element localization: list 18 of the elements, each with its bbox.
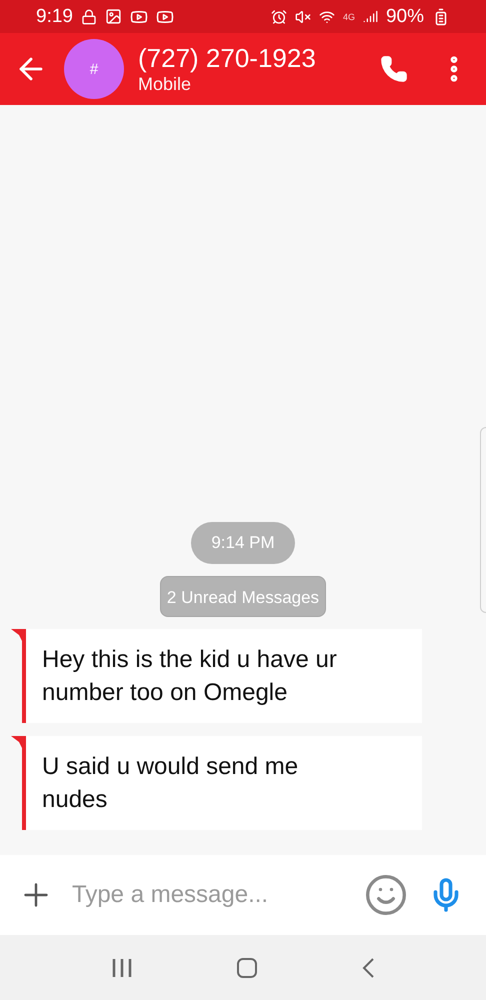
clock-time: 9:19	[36, 6, 73, 28]
timestamp: 9:14 PM	[191, 522, 295, 564]
alarm-icon	[270, 8, 287, 24]
contact-avatar[interactable]: #	[64, 39, 124, 99]
message-text: Hey this is the kid u have ur number too on Omegle	[42, 645, 338, 708]
lock-icon	[80, 8, 97, 24]
number-type: Mobile	[138, 73, 192, 95]
mute-icon	[294, 8, 311, 24]
wifi-icon	[318, 8, 335, 24]
image-icon	[104, 8, 122, 25]
contact-number: (727) 270-1923	[138, 43, 317, 73]
battery-percent: 90%	[386, 6, 424, 28]
back-icon[interactable]	[360, 956, 375, 978]
signal-icon	[362, 9, 378, 24]
home-icon[interactable]	[236, 956, 258, 978]
recent-apps-icon[interactable]	[111, 958, 134, 978]
network-type: 4G	[342, 12, 355, 22]
message-text: U said u would send me nudes	[42, 752, 300, 815]
